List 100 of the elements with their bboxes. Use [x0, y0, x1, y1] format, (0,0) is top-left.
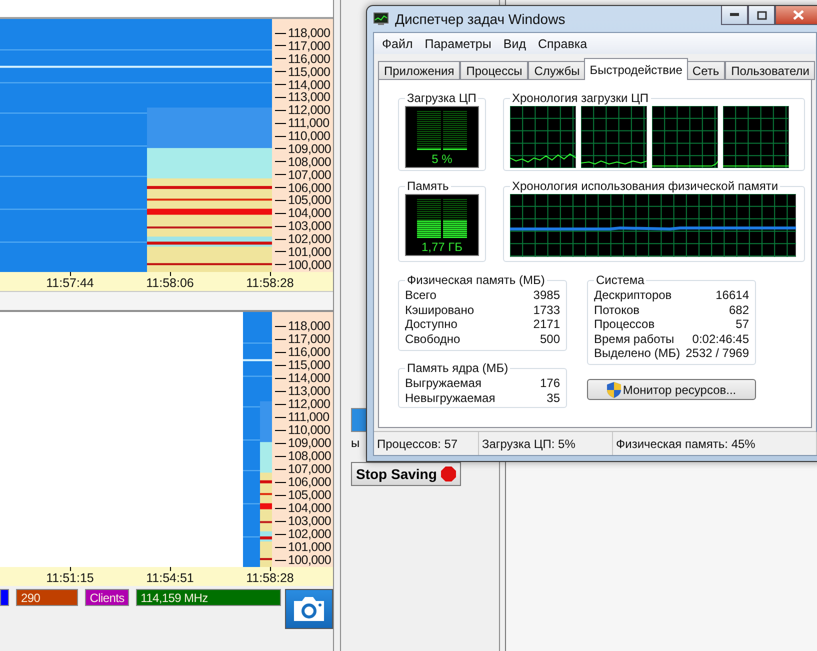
axis-label: 104,000 [272, 502, 333, 514]
axis-label: 107,000 [272, 463, 333, 475]
axis-label: 118,000 [272, 320, 333, 332]
group-title: Физическая память (МБ) [406, 273, 546, 287]
time-label: 11:58:28 [220, 272, 320, 291]
cpu-graph [581, 106, 647, 168]
camera-button[interactable] [285, 589, 333, 629]
stat-label: Процессов [594, 317, 655, 332]
close-button[interactable] [775, 6, 817, 25]
stat-value: 3985 [533, 288, 560, 302]
stat-value: 16614 [716, 288, 749, 302]
status-block [351, 408, 366, 432]
stat-value: 682 [728, 302, 749, 317]
meter-reading: 1,77 ГБ [421, 240, 463, 252]
axis-label: 102,000 [272, 233, 333, 245]
cpu-graph [510, 106, 576, 168]
menu-item[interactable]: Вид [497, 36, 532, 50]
tab[interactable]: Приложения [378, 61, 460, 80]
time-label: 11:54:51 [120, 567, 220, 586]
axis-label: 108,000 [272, 156, 333, 168]
axis-label: 106,000 [272, 476, 333, 488]
stop-icon [440, 464, 456, 484]
meter-reading: 5 % [432, 152, 452, 164]
axis-label: 110,000 [272, 130, 333, 142]
tab[interactable]: Службы [528, 61, 586, 80]
stat-label: Всего [405, 288, 436, 302]
stat-value: 2171 [533, 317, 560, 332]
axis-label: 115,000 [272, 66, 333, 78]
readout-field: 114,159 MHz [136, 589, 282, 606]
axis-label: 113,000 [272, 385, 333, 397]
stat-value: 35 [546, 390, 560, 405]
tab[interactable]: Сеть [686, 61, 726, 80]
stat-label: Невыгружаемая [405, 390, 496, 405]
group-title: Память ядра (МБ) [406, 361, 510, 375]
readout-field: Clients [84, 589, 129, 606]
axis-label: 101,000 [272, 541, 333, 553]
axis-label: 108,000 [272, 450, 333, 462]
axis-label: 103,000 [272, 220, 333, 232]
close-icon [792, 10, 804, 20]
tab[interactable]: Процессы [460, 61, 528, 80]
axis-label: 100,000 [272, 554, 333, 566]
resource-monitor-button[interactable]: Монитор ресурсов... [587, 379, 756, 400]
stat-value: 1733 [533, 302, 560, 317]
tab[interactable]: Быстродействие [584, 58, 688, 80]
axis-label: 117,000 [272, 40, 333, 52]
axis-label: 101,000 [272, 246, 333, 258]
axis-label: 115,000 [272, 359, 333, 371]
status-text: Физическая память: 45% [613, 432, 817, 455]
stat-value: 176 [540, 376, 560, 390]
axis-label: 109,000 [272, 142, 333, 155]
label-fragment: ы [351, 436, 360, 450]
axis-label: 106,000 [272, 182, 333, 194]
minimize-button[interactable] [721, 6, 748, 25]
cpu-graph [652, 106, 718, 168]
group-title: Хронология использования физической памяти [511, 179, 780, 193]
time-label: 11:58:28 [220, 567, 320, 586]
axis-label: 104,000 [272, 207, 333, 220]
status-text: Процессов: 57 [374, 432, 479, 455]
maximize-icon [756, 10, 766, 20]
axis-label: 103,000 [272, 515, 333, 527]
status-text: Загрузка ЦП: 5% [479, 432, 613, 455]
time-label: 11:58:06 [120, 272, 220, 291]
axis-label: 102,000 [272, 528, 333, 540]
stat-label: Время работы [594, 332, 674, 346]
time-label: 11:57:44 [20, 272, 120, 291]
time-label: 11:51:15 [20, 567, 120, 586]
menu-item[interactable]: Файл [376, 36, 419, 50]
stat-label: Потоков [594, 302, 640, 317]
stat-value: 0:02:46:45 [692, 332, 749, 346]
readout-field: 290 [16, 589, 78, 606]
group-title: Память [406, 179, 450, 193]
axis-label: 116,000 [272, 346, 333, 358]
group-title: Хронология загрузки ЦП [511, 91, 650, 105]
axis-label: 117,000 [272, 333, 333, 345]
axis-label: 113,000 [272, 91, 333, 104]
shield-icon [606, 382, 621, 398]
axis-label: 111,000 [272, 411, 333, 423]
group-title: Система [595, 273, 646, 287]
axis-label: 107,000 [272, 168, 333, 181]
axis-label: 118,000 [272, 27, 333, 39]
stop-saving-button[interactable]: Stop Saving [351, 462, 461, 486]
axis-label: 116,000 [272, 52, 333, 65]
menu-item[interactable]: Параметры [418, 36, 498, 50]
group-title: Загрузка ЦП [406, 91, 478, 105]
axis-label: 114,000 [272, 78, 333, 90]
stat-label: Кэшировано [405, 302, 474, 317]
axis-label: 111,000 [272, 117, 333, 130]
axis-label: 105,000 [272, 489, 333, 501]
window-title: Диспетчер задач Windows [395, 11, 566, 27]
menu-item[interactable]: Справка [532, 36, 594, 50]
cpu-graph [723, 106, 789, 168]
axis-label: 112,000 [272, 104, 333, 116]
maximize-button[interactable] [748, 6, 775, 25]
axis-label: 105,000 [272, 194, 333, 206]
tab[interactable]: Пользователи [725, 61, 816, 80]
stat-label: Свободно [405, 332, 460, 346]
axis-label: 114,000 [272, 372, 333, 384]
stat-value: 2532 / 7969 [686, 346, 749, 360]
stat-label: Выделено (МБ) [594, 346, 680, 360]
stat-value: 57 [736, 317, 749, 332]
